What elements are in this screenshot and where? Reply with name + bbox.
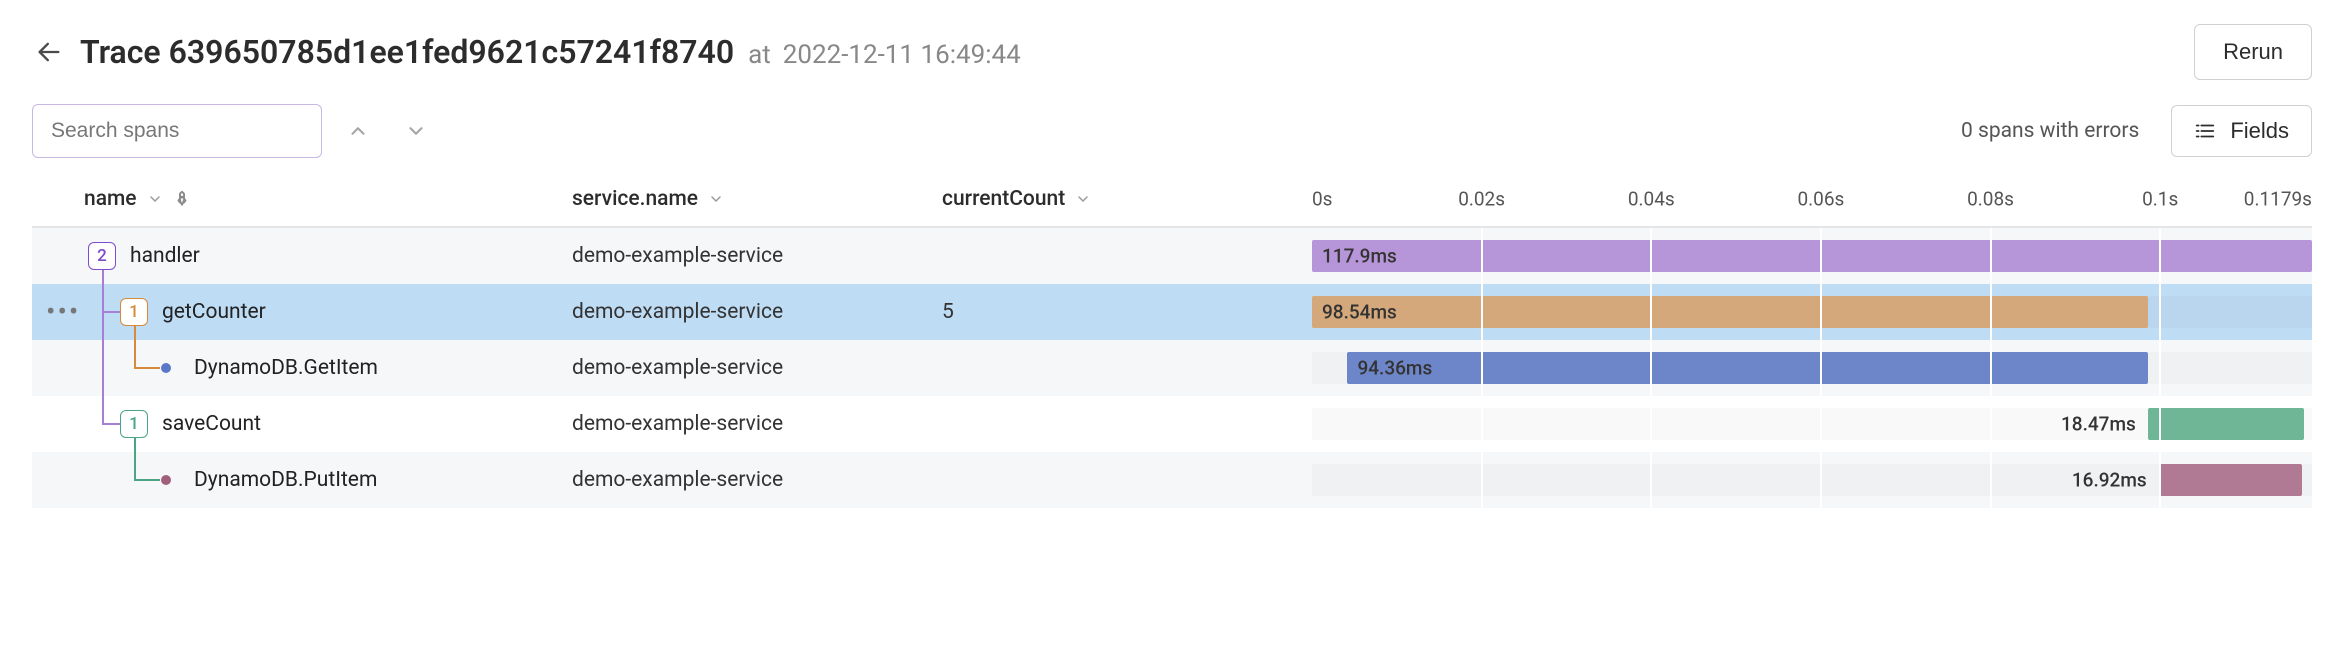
- span-timeline: 16.92ms: [1312, 452, 2312, 508]
- span-timeline: 18.47ms: [1312, 396, 2312, 452]
- span-name: handler: [130, 244, 200, 268]
- span-row[interactable]: 2 handler demo-example-service 117.9ms: [32, 228, 2312, 284]
- span-row-left: 1 saveCount: [32, 396, 572, 452]
- tick-label: 0.1179s: [2244, 188, 2312, 211]
- duration-bar[interactable]: [1312, 296, 2148, 328]
- span-row-left: DynamoDB.PutItem: [32, 452, 572, 508]
- trace-table: name service.name currentCount 0s 0.02s 0.…: [0, 172, 2344, 508]
- column-service-label: service.name: [572, 187, 698, 211]
- span-leaf-dot: [161, 475, 171, 485]
- duration-label: 94.36ms: [1357, 357, 1432, 380]
- duration-bar[interactable]: [1312, 240, 2312, 272]
- span-service: demo-example-service: [572, 396, 942, 452]
- span-service: demo-example-service: [572, 284, 942, 340]
- fields-icon: [2194, 120, 2216, 142]
- tick-label: 0.04s: [1628, 188, 1675, 211]
- span-extra-value: [942, 340, 1312, 396]
- tick-label: 0.08s: [1967, 188, 2014, 211]
- search-input[interactable]: [32, 104, 322, 158]
- span-service: demo-example-service: [572, 452, 942, 508]
- duration-label: 98.54ms: [1322, 301, 1397, 324]
- span-service: demo-example-service: [572, 340, 942, 396]
- span-extra-value: [942, 396, 1312, 452]
- duration-bar[interactable]: [2148, 408, 2305, 440]
- tick-label: 0.06s: [1797, 188, 1844, 211]
- tick-label: 0s: [1312, 188, 1332, 211]
- chevron-down-icon: [1075, 191, 1091, 207]
- children-count-badge[interactable]: 1: [120, 410, 148, 438]
- span-extra-value: [942, 228, 1312, 284]
- prev-match-button[interactable]: [336, 109, 380, 153]
- row-actions-icon[interactable]: •••: [46, 298, 80, 326]
- tick-label: 0.1s: [2142, 188, 2178, 211]
- errors-count: 0 spans with errors: [1961, 119, 2139, 143]
- column-header-service[interactable]: service.name: [572, 187, 942, 211]
- column-name-label: name: [84, 187, 137, 211]
- span-row[interactable]: ••• 1 getCounter demo-example-service5 98.54…: [32, 284, 2312, 340]
- page-title: Trace 639650785d1ee1fed9621c57241f8740 a…: [80, 33, 2194, 71]
- span-leaf-dot: [161, 363, 171, 373]
- duration-label: 117.9ms: [1322, 245, 1397, 268]
- span-row[interactable]: 1 saveCount demo-example-service 18.47ms: [32, 396, 2312, 452]
- span-name: getCounter: [162, 300, 266, 324]
- fields-label: Fields: [2230, 118, 2289, 144]
- span-row-left: DynamoDB.GetItem: [32, 340, 572, 396]
- children-count-badge[interactable]: 2: [88, 242, 116, 270]
- at-label: at: [748, 40, 771, 70]
- column-extra-label: currentCount: [942, 187, 1065, 211]
- duration-bar[interactable]: [1347, 352, 2147, 384]
- children-count-badge[interactable]: 1: [120, 298, 148, 326]
- span-row-left: 2 handler: [32, 228, 572, 284]
- span-timeline: 94.36ms: [1312, 340, 2312, 396]
- rerun-button[interactable]: Rerun: [2194, 24, 2312, 80]
- timestamp: 2022-12-11 16:49:44: [783, 40, 1021, 70]
- next-match-button[interactable]: [394, 109, 438, 153]
- toolbar: 0 spans with errors Fields: [0, 104, 2344, 172]
- duration-label: 18.47ms: [2061, 413, 2136, 436]
- span-row[interactable]: DynamoDB.GetItem demo-example-service 94.3…: [32, 340, 2312, 396]
- trace-header: Trace 639650785d1ee1fed9621c57241f8740 a…: [0, 0, 2344, 104]
- span-service: demo-example-service: [572, 228, 942, 284]
- column-header-extra[interactable]: currentCount: [942, 187, 1312, 211]
- fields-button[interactable]: Fields: [2171, 105, 2312, 157]
- duration-label: 16.92ms: [2072, 469, 2147, 492]
- chevron-down-icon: [708, 191, 724, 207]
- waterfall-icon: [173, 190, 191, 208]
- span-timeline: 98.54ms: [1312, 284, 2312, 340]
- column-header-row: name service.name currentCount 0s 0.02s 0.…: [32, 172, 2312, 228]
- span-name: DynamoDB.GetItem: [194, 356, 378, 380]
- span-row-left: ••• 1 getCounter: [32, 284, 572, 340]
- span-name: DynamoDB.PutItem: [194, 468, 377, 492]
- column-header-name[interactable]: name: [32, 187, 572, 211]
- back-arrow-icon[interactable]: [32, 35, 66, 69]
- title-prefix: Trace: [80, 33, 161, 71]
- span-name: saveCount: [162, 412, 261, 436]
- duration-bar[interactable]: [2159, 464, 2303, 496]
- timeline-header: 0s 0.02s 0.04s 0.06s 0.08s 0.1s 0.1179s: [1312, 172, 2312, 226]
- tick-label: 0.02s: [1458, 188, 1505, 211]
- span-extra-value: [942, 452, 1312, 508]
- span-row[interactable]: DynamoDB.PutItem demo-example-service 16.9…: [32, 452, 2312, 508]
- span-timeline: 117.9ms: [1312, 228, 2312, 284]
- trace-id: 639650785d1ee1fed9621c57241f8740: [169, 33, 735, 71]
- chevron-down-icon: [147, 191, 163, 207]
- span-extra-value: 5: [942, 284, 1312, 340]
